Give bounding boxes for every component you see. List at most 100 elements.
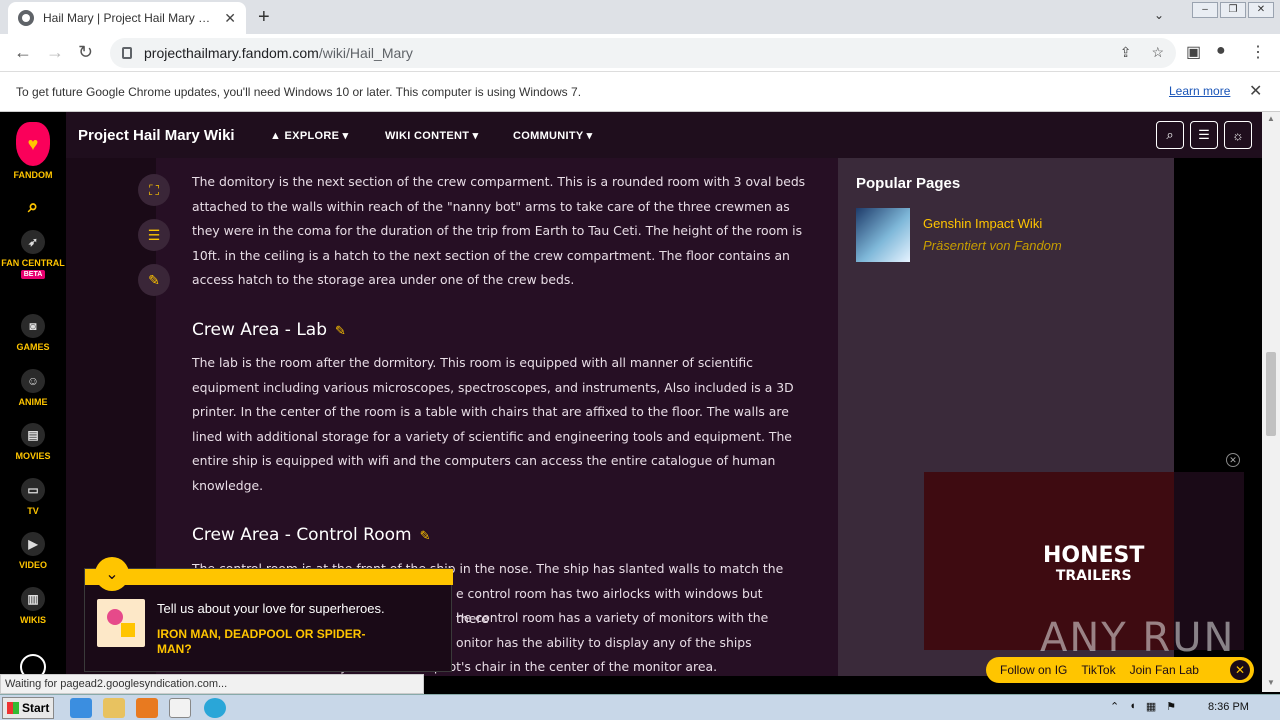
join-fan-lab-link[interactable]: Join Fan Lab [1130, 663, 1199, 677]
anyrun-watermark: ANY RUN [1040, 615, 1236, 661]
url-path: /wiki/Hail_Mary [318, 45, 413, 61]
window-controls: – ❐ ✕ [1192, 2, 1274, 18]
nav-community[interactable]: COMMUNITY ▾ [513, 129, 593, 142]
heading-lab: Crew Area - Lab ✎ [192, 320, 346, 340]
share-icon[interactable]: ⇪ [1120, 44, 1132, 61]
scroll-down-arrow-icon[interactable]: ▼ [1267, 678, 1275, 687]
learn-more-link[interactable]: Learn more [1169, 84, 1230, 98]
fandom-logo[interactable]: ♥ FANDOM [0, 122, 66, 180]
fandom-label: FANDOM [13, 170, 53, 180]
gamepad-icon: ◙ [21, 314, 45, 338]
edit-pencil-icon[interactable]: ✎ [335, 324, 346, 339]
survey-header-bar [85, 569, 453, 585]
rail-games[interactable]: ◙ GAMES [0, 314, 66, 352]
wiki-search-icon[interactable]: ⌕ [1156, 121, 1184, 149]
action-center-flag-icon[interactable]: ⚑ [1166, 700, 1176, 713]
windows-logo-icon [7, 702, 19, 714]
nav-explore-label: EXPLORE [284, 130, 340, 142]
network-icon[interactable]: ▦ [1146, 700, 1156, 713]
explorer-folder-icon[interactable] [103, 698, 125, 718]
rail-wikis[interactable]: ▥ WIKIS [0, 587, 66, 625]
rocket-icon: ➶ [21, 230, 45, 254]
table-of-contents-icon[interactable]: ☰ [138, 219, 170, 251]
heading-control-room: Crew Area - Control Room ✎ [192, 525, 431, 545]
rail-movies[interactable]: ▤ MOVIES [0, 423, 66, 461]
anime-label: ANIME [18, 397, 48, 407]
tiktok-link[interactable]: TikTok [1081, 663, 1115, 677]
movies-label: MOVIES [15, 451, 51, 461]
start-label: Start [22, 701, 50, 715]
restore-button[interactable]: ❐ [1220, 2, 1246, 18]
paragraph-dormitory: The domitory is the next section of the … [192, 174, 806, 288]
infobar-message: To get future Google Chrome updates, you… [16, 84, 582, 99]
back-button[interactable]: ← [14, 42, 32, 63]
follow-ig-link[interactable]: Follow on IG [1000, 663, 1067, 677]
nav-wiki-content-label: WIKI CONTENT [385, 130, 470, 142]
windows-taskbar: Start ⌃ ◖ ▦ ⚑ 8:36 PM [0, 694, 1280, 720]
fullscreen-icon[interactable]: ⛶ [138, 174, 170, 206]
video-title: HONEST TRAILERS [1043, 543, 1145, 586]
edit-pencil-icon[interactable]: ✎ [420, 529, 431, 544]
search-icon: ⌕ [27, 195, 39, 216]
discussions-icon[interactable]: ☰ [1190, 121, 1218, 149]
nav-community-label: COMMUNITY [513, 130, 584, 142]
popular-page-sponsor: Präsentiert von Fandom [923, 238, 1062, 253]
play-icon: ▶ [21, 532, 45, 556]
edge-icon[interactable] [204, 698, 226, 718]
fandom-heart-icon: ♥ [16, 122, 50, 166]
popular-page-link[interactable]: Genshin Impact Wiki [923, 216, 1042, 231]
chevron-down-icon[interactable]: ⌄ [95, 557, 129, 591]
genshin-thumbnail[interactable] [856, 208, 910, 262]
browser-tab[interactable]: Hail Mary | Project Hail Mary Wiki | F ✕ [8, 2, 246, 34]
forward-button[interactable]: → [46, 42, 64, 63]
close-tab-icon[interactable]: ✕ [224, 10, 236, 27]
rail-video[interactable]: ▶ VIDEO [0, 532, 66, 570]
theme-toggle-icon[interactable]: ☼ [1224, 121, 1252, 149]
side-panel-icon[interactable]: ▣ [1186, 42, 1201, 62]
close-icon[interactable]: ✕ [1230, 660, 1250, 680]
rail-anime[interactable]: ☺ ANIME [0, 369, 66, 407]
lock-icon [122, 47, 132, 59]
new-tab-button[interactable]: + [258, 6, 270, 29]
ie-icon[interactable] [70, 698, 92, 718]
clock: 8:36 PM [1208, 701, 1249, 713]
tv-icon: ▭ [21, 478, 45, 502]
survey-answer-button[interactable]: IRON MAN, DEADPOOL OR SPIDER-MAN? [157, 627, 397, 657]
video-title-line1: HONEST [1043, 543, 1145, 568]
edit-icon[interactable]: ✎ [138, 264, 170, 296]
wiki-title[interactable]: Project Hail Mary Wiki [78, 127, 235, 144]
games-label: GAMES [16, 342, 50, 352]
nav-wiki-content[interactable]: WIKI CONTENT ▾ [385, 129, 478, 142]
survey-popup: ⌄ Tell us about your love for superheroe… [84, 557, 453, 672]
reload-button[interactable]: ↻ [78, 42, 93, 63]
chevron-down-icon[interactable]: ⌄ [1154, 8, 1164, 22]
rail-search[interactable]: ⌕ [0, 194, 66, 222]
menu-dots-icon[interactable]: ⋮ [1250, 42, 1266, 62]
url-host: projecthailmary.fandom.com [144, 45, 319, 61]
address-bar[interactable]: projecthailmary.fandom.com/wiki/Hail_Mar… [110, 38, 1176, 68]
fandom-global-nav: ♥ FANDOM ⌕ ➶ FAN CENTRAL BETA ◙ GAMES ☺ … [0, 112, 66, 676]
volume-icon[interactable]: ◖ [1129, 700, 1136, 713]
scroll-up-arrow-icon[interactable]: ▲ [1267, 114, 1275, 123]
start-button[interactable]: Start [2, 697, 54, 719]
tab-title: Hail Mary | Project Hail Mary Wiki | F [43, 11, 216, 25]
minimize-button[interactable]: – [1192, 2, 1218, 18]
page-scrollbar[interactable]: ▲ ▼ [1262, 112, 1280, 692]
wiki-header: Project Hail Mary Wiki ▲ EXPLORE ▾ WIKI … [66, 112, 1262, 158]
close-window-button[interactable]: ✕ [1248, 2, 1274, 18]
video-close-icon[interactable]: ✕ [1226, 453, 1240, 467]
page-tools: ⛶ ☰ ✎ [138, 174, 170, 309]
paragraph-lab: The lab is the room after the dormitory.… [192, 355, 794, 493]
chrome-icon[interactable] [169, 698, 191, 718]
profile-icon[interactable]: ● [1216, 42, 1226, 60]
close-icon[interactable]: ✕ [1249, 81, 1262, 101]
rail-tv[interactable]: ▭ TV [0, 478, 66, 516]
nav-explore[interactable]: ▲ EXPLORE ▾ [270, 129, 348, 142]
bookmark-star-icon[interactable]: ☆ [1151, 44, 1164, 61]
scrollbar-thumb[interactable] [1266, 352, 1276, 436]
media-player-icon[interactable] [136, 698, 158, 718]
video-title-line2: TRAILERS [1055, 568, 1132, 584]
rail-fan-central[interactable]: ➶ FAN CENTRAL BETA [0, 230, 66, 279]
paragraph-control-room-line4: onitor has the ability to display any of… [456, 635, 752, 650]
tray-arrow-icon[interactable]: ⌃ [1110, 700, 1119, 713]
